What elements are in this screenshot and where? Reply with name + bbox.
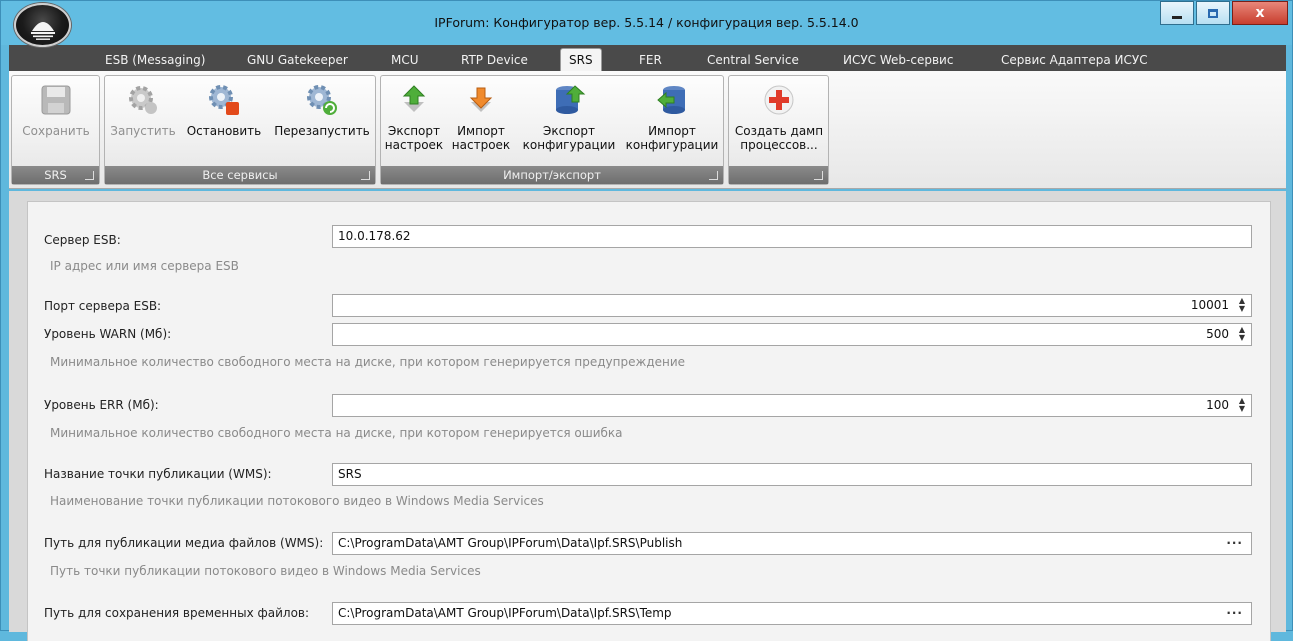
restart-services-button[interactable]: Перезапустить: [271, 82, 373, 138]
ribbon-group-srs: Сохранить SRS: [11, 75, 100, 185]
tab-esb-messaging[interactable]: ESB (Messaging): [97, 49, 213, 71]
title-bar: IPForum: Конфигуратор вер. 5.5.14 / конф…: [1, 1, 1292, 47]
import-config-icon: [657, 86, 685, 114]
tab-rtp-device[interactable]: RTP Device: [453, 49, 536, 71]
esb-server-input[interactable]: 10.0.178.62: [332, 225, 1252, 248]
minimize-button[interactable]: [1160, 1, 1194, 25]
warn-level-value: 500: [1206, 327, 1229, 341]
esb-server-label: Сервер ESB:: [44, 233, 121, 247]
tab-gnu-gatekeeper[interactable]: GNU Gatekeeper: [239, 49, 356, 71]
export-config-label-1: Экспорт: [542, 124, 596, 138]
err-level-value: 100: [1206, 398, 1229, 412]
create-dump-label-1: Создать дамп: [734, 124, 824, 138]
save-icon: [41, 85, 71, 115]
spinner-down-icon[interactable]: ▼: [1239, 304, 1245, 313]
gear-restart-icon: [307, 85, 337, 115]
err-level-label: Уровень ERR (Мб):: [44, 398, 159, 412]
spinner-down-icon[interactable]: ▼: [1239, 333, 1245, 342]
maximize-icon: [1208, 8, 1218, 18]
err-level-spinner[interactable]: ▲ ▼: [1237, 397, 1247, 414]
warn-level-hint: Минимальное количество свободного места …: [50, 355, 686, 369]
maximize-button[interactable]: [1196, 1, 1230, 25]
ribbon-group-dump: Создать дамп процессов...: [728, 75, 829, 185]
import-settings-label-1: Импорт: [457, 124, 505, 138]
wms-path-hint: Путь точки публикации потокового видео в…: [50, 564, 481, 578]
ribbon: Сохранить SRS Запустить Остановить Перез…: [9, 71, 1286, 189]
ribbon-group-all-services: Запустить Остановить Перезапустить Все с…: [104, 75, 376, 185]
gear-start-icon: [129, 86, 157, 114]
export-settings-icon: [402, 85, 426, 112]
stop-label: Остановить: [186, 124, 262, 138]
import-config-button[interactable]: Импорт конфигурации: [625, 82, 719, 152]
err-level-input[interactable]: 100 ▲ ▼: [332, 394, 1252, 417]
browse-button[interactable]: ···: [1226, 603, 1243, 624]
warn-level-spinner[interactable]: ▲ ▼: [1237, 326, 1247, 343]
wms-path-value: C:\ProgramData\AMT Group\IPForum\Data\Ip…: [338, 536, 683, 550]
dump-processes-icon: [764, 85, 794, 115]
gear-stop-icon: [209, 85, 239, 115]
import-config-label-1: Импорт: [648, 124, 696, 138]
import-settings-icon: [469, 87, 493, 112]
wms-point-label: Название точки публикации (WMS):: [44, 467, 272, 481]
temp-path-value: C:\ProgramData\AMT Group\IPForum\Data\Ip…: [338, 606, 672, 620]
ribbon-tabs: ESB (Messaging) GNU Gatekeeper MCU RTP D…: [9, 45, 1286, 72]
app-window: IPForum: Конфигуратор вер. 5.5.14 / конф…: [0, 0, 1293, 641]
tab-central-service[interactable]: Central Service: [699, 49, 807, 71]
export-settings-button[interactable]: Экспорт настроек: [383, 82, 445, 152]
esb-port-input[interactable]: 10001 ▲ ▼: [332, 294, 1252, 317]
minimize-icon: [1172, 15, 1182, 19]
group-title-srs: SRS: [12, 166, 99, 184]
export-config-label-2: конфигурации: [522, 138, 616, 152]
esb-port-label: Порт сервера ESB:: [44, 299, 162, 313]
close-icon: x: [1255, 5, 1265, 21]
group-title-all-services: Все сервисы: [105, 166, 375, 184]
tab-fer[interactable]: FER: [631, 49, 670, 71]
dialog-launcher-icon[interactable]: [709, 171, 718, 180]
err-level-hint: Минимальное количество свободного места …: [50, 426, 623, 440]
tab-srs[interactable]: SRS: [560, 48, 602, 72]
tab-isus-adapter-service[interactable]: Сервис Адаптера ИСУС: [993, 49, 1156, 71]
close-button[interactable]: x: [1232, 1, 1288, 25]
start-label: Запустить: [110, 124, 176, 138]
save-button[interactable]: Сохранить: [14, 82, 98, 138]
dialog-launcher-icon[interactable]: [85, 171, 94, 180]
import-settings-button[interactable]: Импорт настроек: [449, 82, 513, 152]
esb-server-hint: IP адрес или имя сервера ESB: [50, 259, 239, 273]
browse-button[interactable]: ···: [1226, 533, 1243, 554]
import-settings-label-2: настроек: [451, 138, 511, 152]
save-label: Сохранить: [22, 124, 90, 138]
export-settings-label-1: Экспорт: [387, 124, 441, 138]
temp-path-label: Путь для сохранения временных файлов:: [44, 606, 310, 620]
import-config-label-2: конфигурации: [625, 138, 719, 152]
content-area: Сервер ESB: 10.0.178.62 IP адрес или имя…: [9, 191, 1286, 641]
esb-port-spinner[interactable]: ▲ ▼: [1237, 297, 1247, 314]
tab-mcu[interactable]: MCU: [383, 49, 427, 71]
wms-path-input[interactable]: C:\ProgramData\AMT Group\IPForum\Data\Ip…: [332, 532, 1252, 555]
export-settings-label-2: настроек: [384, 138, 444, 152]
dialog-launcher-icon[interactable]: [814, 171, 823, 180]
tab-isus-web-service[interactable]: ИСУС Web-сервис: [835, 49, 961, 71]
esb-port-value: 10001: [1190, 298, 1229, 312]
warn-level-label: Уровень WARN (Мб):: [44, 327, 172, 341]
create-dump-button[interactable]: Создать дамп процессов...: [731, 82, 827, 152]
wms-point-hint: Наименование точки публикации потокового…: [50, 494, 544, 508]
dialog-launcher-icon[interactable]: [361, 171, 370, 180]
wms-path-label: Путь для публикации медиа файлов (WMS):: [44, 536, 324, 550]
export-config-icon: [556, 85, 586, 114]
settings-panel: Сервер ESB: 10.0.178.62 IP адрес или имя…: [27, 201, 1271, 641]
spinner-down-icon[interactable]: ▼: [1239, 404, 1245, 413]
wms-point-input[interactable]: SRS: [332, 463, 1252, 486]
stop-services-button[interactable]: Остановить: [181, 82, 267, 138]
export-config-button[interactable]: Экспорт конфигурации: [517, 82, 621, 152]
group-title-import-export: Импорт/экспорт: [381, 166, 723, 184]
window-title: IPForum: Конфигуратор вер. 5.5.14 / конф…: [434, 15, 859, 30]
warn-level-input[interactable]: 500 ▲ ▼: [332, 323, 1252, 346]
group-title-dump: [729, 166, 828, 184]
temp-path-input[interactable]: C:\ProgramData\AMT Group\IPForum\Data\Ip…: [332, 602, 1252, 625]
start-services-button[interactable]: Запустить: [109, 82, 177, 138]
restart-label: Перезапустить: [274, 124, 370, 138]
create-dump-label-2: процессов...: [740, 138, 818, 152]
ribbon-group-import-export: Экспорт настроек Импорт настроек Экспорт…: [380, 75, 724, 185]
app-menu-orb-icon[interactable]: [14, 3, 71, 47]
